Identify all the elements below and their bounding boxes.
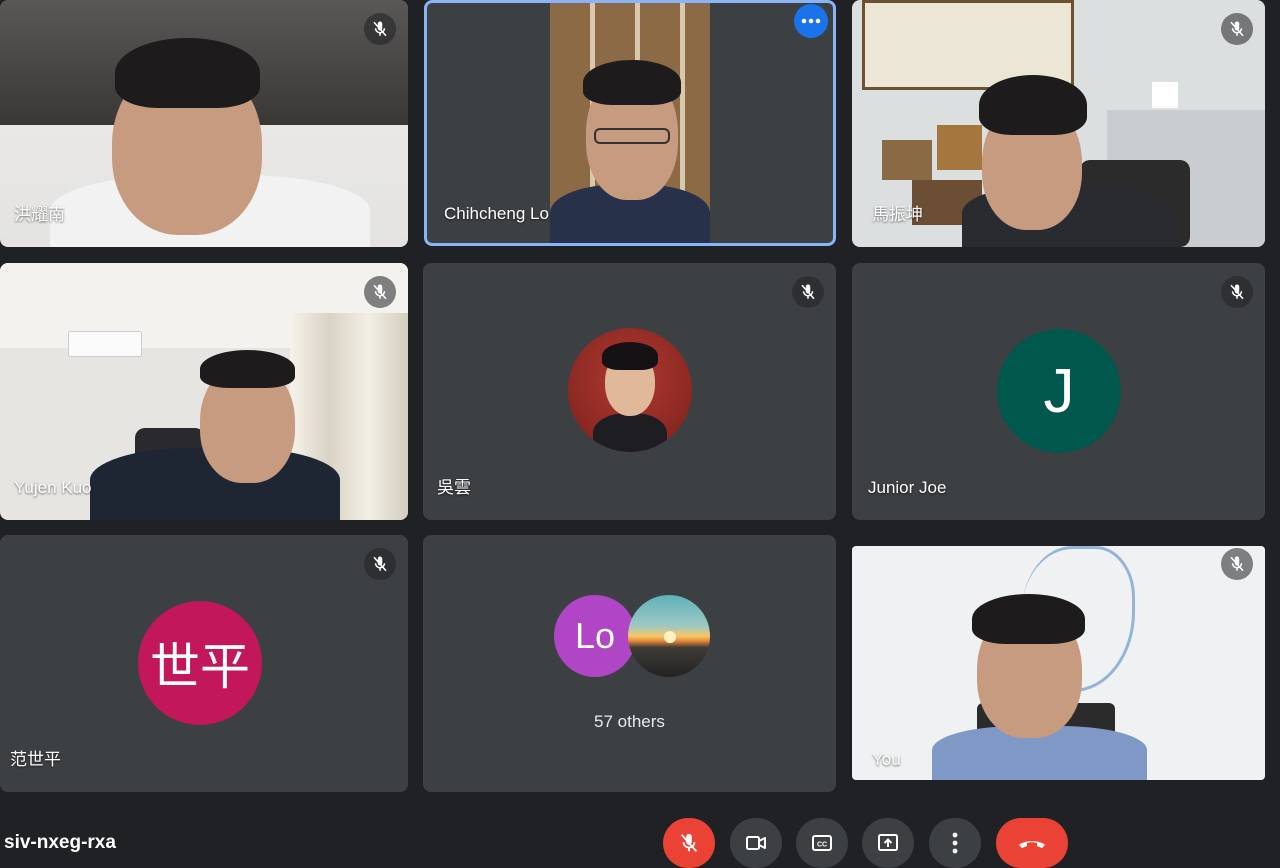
- self-tile[interactable]: You: [852, 546, 1265, 780]
- more-vert-icon: [952, 832, 958, 854]
- participant-name: 馬振坤: [872, 205, 923, 224]
- more-horiz-icon: [801, 18, 821, 24]
- participant-name: 洪耀南: [14, 205, 65, 224]
- mic-off-icon: [373, 21, 387, 37]
- mic-off-indicator: [1221, 13, 1253, 45]
- participant-video: [550, 0, 710, 246]
- others-avatar-initial: Lo: [554, 595, 636, 677]
- participant-tile-2[interactable]: Chihcheng Lo: [424, 0, 836, 246]
- participant-avatar: [568, 328, 692, 452]
- more-options-button[interactable]: [929, 818, 981, 868]
- mic-off-icon: [373, 556, 387, 572]
- self-name: You: [872, 750, 901, 769]
- self-video: [852, 546, 1265, 780]
- mic-off-icon: [1230, 556, 1244, 572]
- mic-off-icon: [1230, 284, 1244, 300]
- videocam-icon: [746, 836, 766, 850]
- participant-tile-5[interactable]: 吳雲: [423, 263, 836, 520]
- present-now-button[interactable]: [862, 818, 914, 868]
- participant-tile-7[interactable]: 世平 范世平: [0, 535, 408, 792]
- others-count-label: 57 others: [594, 712, 665, 731]
- call-end-icon: [1019, 841, 1045, 848]
- participant-name: Yujen Kuo: [14, 478, 92, 497]
- mic-off-indicator: [364, 276, 396, 308]
- participant-tile-3[interactable]: 馬振坤: [852, 0, 1265, 247]
- meeting-code: siv-nxeg-rxa: [4, 832, 116, 853]
- mic-off-indicator: [1221, 548, 1253, 580]
- participant-name: 吳雲: [437, 478, 471, 497]
- participant-options-button[interactable]: [794, 4, 828, 38]
- present-screen-icon: [878, 834, 898, 851]
- participant-avatar: J: [997, 329, 1121, 453]
- mic-off-indicator: [792, 276, 824, 308]
- others-avatar-photo: [628, 595, 710, 677]
- mic-off-indicator: [1221, 276, 1253, 308]
- mic-off-indicator: [364, 548, 396, 580]
- captions-button[interactable]: CC: [796, 818, 848, 868]
- mic-off-icon: [1230, 21, 1244, 37]
- mic-off-icon: [373, 284, 387, 300]
- participant-name: Chihcheng Lo: [444, 204, 549, 223]
- mic-off-icon: [680, 833, 698, 852]
- participant-name: 范世平: [10, 750, 61, 769]
- mic-off-icon: [801, 284, 815, 300]
- participant-tile-1[interactable]: 洪耀南: [0, 0, 408, 247]
- leave-call-button[interactable]: [996, 818, 1068, 868]
- camera-toggle-button[interactable]: [730, 818, 782, 868]
- mic-off-indicator: [364, 13, 396, 45]
- mic-toggle-button[interactable]: [663, 818, 715, 868]
- participant-name: Junior Joe: [868, 478, 947, 497]
- closed-captions-icon: CC: [812, 835, 832, 851]
- participant-tile-6[interactable]: J Junior Joe: [852, 263, 1265, 520]
- participant-avatar: 世平: [138, 601, 262, 725]
- others-tile[interactable]: Lo 57 others: [423, 535, 836, 792]
- svg-text:CC: CC: [817, 842, 827, 849]
- participant-tile-4[interactable]: Yujen Kuo: [0, 263, 408, 520]
